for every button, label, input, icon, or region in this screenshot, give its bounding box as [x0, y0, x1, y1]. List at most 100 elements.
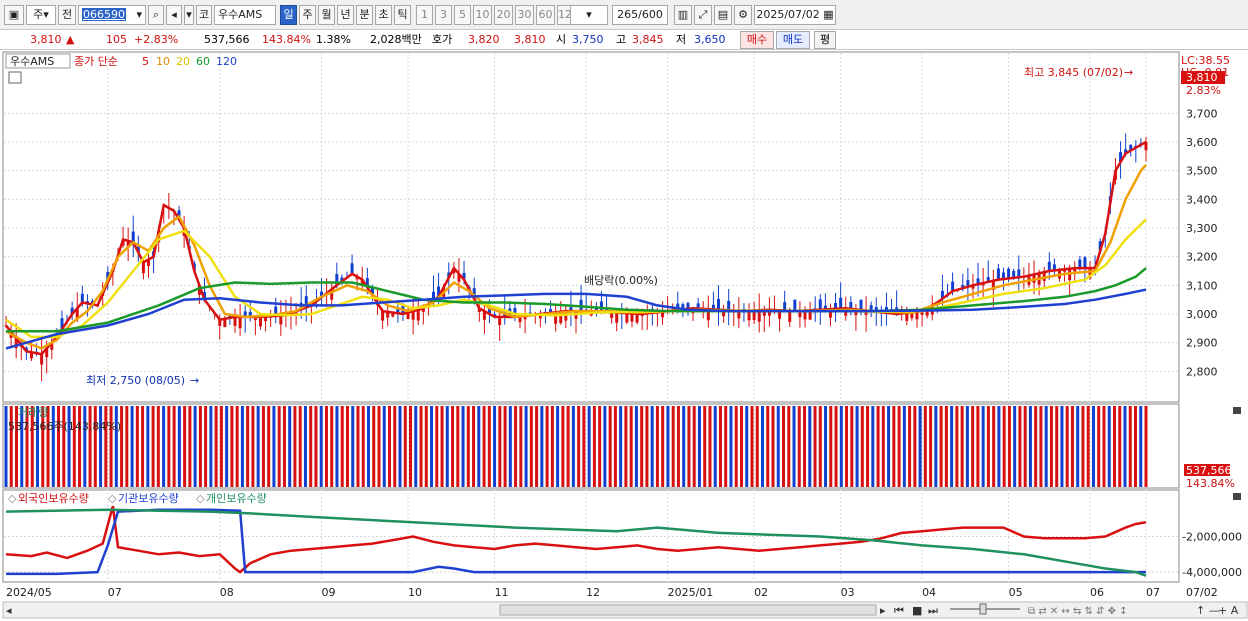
candle-icon[interactable]: ▥ — [674, 5, 692, 25]
period-button-1[interactable]: 주 — [299, 5, 316, 25]
volume-bar — [230, 406, 234, 487]
dropdown-icon[interactable]: ▾ — [184, 5, 194, 25]
volume-bar — [577, 406, 581, 487]
gear-icon[interactable]: ⚙ — [734, 5, 752, 25]
stock-chart[interactable]: 3,700 3,600 3,500 3,400 3,300 3,200 3,100 3,000… — [0, 50, 1248, 621]
volume-bar — [724, 406, 728, 487]
volume-bar — [871, 406, 875, 487]
prev-button[interactable]: 전 — [58, 5, 76, 25]
volume-bar — [240, 406, 244, 487]
last-page-icon[interactable]: ⏭ — [928, 604, 938, 617]
volume-bar — [1070, 406, 1074, 487]
first-page-icon[interactable]: ⏮ — [894, 604, 904, 617]
volume-bar — [892, 406, 896, 487]
volume-bar — [4, 406, 8, 487]
calculator-icon[interactable] — [8, 71, 22, 84]
volume-bar — [887, 406, 891, 487]
candle-body — [350, 263, 354, 274]
code-input[interactable]: 066590 ▾ — [78, 5, 146, 25]
date-value: 2025/07/02 — [756, 8, 820, 21]
volume-bar — [687, 406, 691, 487]
holdings-panel-close-icon[interactable] — [1233, 493, 1241, 500]
candle-body — [279, 315, 283, 325]
interval-input[interactable]: ▾ — [570, 5, 608, 25]
period-button-6[interactable]: 틱 — [394, 5, 411, 25]
kind-select[interactable]: 주▾ — [26, 5, 56, 25]
volume-bar — [908, 406, 912, 487]
layout-icon[interactable]: ▣ — [4, 5, 24, 25]
volume-bar — [330, 406, 334, 487]
interval-button-5[interactable]: 5 — [454, 5, 471, 25]
x-tick-label: 07 — [108, 586, 122, 599]
sell-button[interactable]: 매도 — [776, 31, 810, 49]
ask-label: 호가 — [432, 33, 453, 46]
volume-bar — [188, 406, 192, 487]
period-button-5[interactable]: 초 — [375, 5, 392, 25]
legend-ma-120: 120 — [216, 55, 237, 68]
zoom-handle[interactable] — [979, 603, 987, 615]
volume-bar — [356, 406, 360, 487]
interval-button-10[interactable]: 10 — [473, 5, 492, 25]
volume-bar — [634, 406, 638, 487]
volume-bar — [1007, 406, 1011, 487]
zoom-in-icon[interactable]: + A — [1218, 604, 1239, 617]
dividend-annotation: 배당락(0.00%) — [584, 274, 658, 287]
zoom-out-icon[interactable]: ↑ — — [1196, 604, 1220, 617]
count-value: 265 — [617, 8, 639, 21]
volume-bar — [529, 406, 533, 487]
interval-button-1[interactable]: 1 — [416, 5, 433, 25]
interval-button-30[interactable]: 30 — [515, 5, 534, 25]
save-icon[interactable]: ▤ — [714, 5, 732, 25]
volume-bar — [393, 406, 397, 487]
volume-bar — [314, 406, 318, 487]
count-field[interactable]: 265/600 — [612, 5, 668, 25]
low-label: 저 — [676, 33, 687, 46]
scroll-left-icon[interactable]: ◂ — [6, 604, 12, 617]
stock-name-field[interactable]: 우수AMS — [214, 5, 276, 25]
price-panel-frame — [2, 51, 1180, 403]
volume-bar — [146, 406, 150, 487]
interval-button-60[interactable]: 60 — [536, 5, 555, 25]
volume-bar — [1097, 406, 1101, 487]
scroll-thumb[interactable] — [499, 604, 877, 616]
buy-button[interactable]: 매수 — [740, 31, 774, 49]
candle-body — [141, 262, 145, 274]
volume-bar — [897, 406, 901, 487]
tool-icons[interactable]: ⧉ ⇄ ✕ ↔ ⇆ ⇅ ⇵ ✥ ↕ — [1028, 606, 1128, 617]
volume-bar — [440, 406, 444, 487]
volume-bar — [682, 406, 686, 487]
line-tool-icon[interactable]: ⤢ — [694, 5, 712, 25]
volume-bar — [729, 406, 733, 487]
interval-button-3[interactable]: 3 — [435, 5, 452, 25]
volume-bar — [78, 406, 82, 487]
search-icon[interactable]: ⌕ — [148, 5, 164, 25]
volume-bar — [298, 406, 302, 487]
eval-button[interactable]: 평 — [814, 31, 836, 49]
stop-icon[interactable]: ■ — [912, 604, 922, 617]
ask-value: 3,820 — [468, 33, 500, 46]
volume-bar — [582, 406, 586, 487]
volume-bar — [913, 406, 917, 487]
volume-bar — [487, 406, 491, 487]
volume-bar — [540, 406, 544, 487]
max-arrow-icon: → — [1124, 66, 1133, 79]
volume-bar — [419, 406, 423, 487]
interval-button-20[interactable]: 20 — [494, 5, 513, 25]
speaker-icon[interactable]: ◂ — [166, 5, 182, 25]
price-tick-label: 3,100 — [1186, 279, 1218, 292]
volume-bar — [67, 406, 71, 487]
date-field[interactable]: 2025/07/02 ▦ — [754, 5, 836, 25]
scroll-right-icon[interactable]: ▸ — [880, 604, 886, 617]
volume-panel-close-icon[interactable] — [1233, 407, 1241, 414]
volume-bar — [514, 406, 518, 487]
period-button-2[interactable]: 월 — [318, 5, 335, 25]
volume-bar — [960, 406, 964, 487]
candle-body — [381, 311, 385, 321]
period-button-0[interactable]: 일 — [280, 5, 297, 25]
volume-bar — [923, 406, 927, 487]
period-button-4[interactable]: 분 — [356, 5, 373, 25]
volume-bar — [792, 406, 796, 487]
volume-bar — [351, 406, 355, 487]
period-button-3[interactable]: 년 — [337, 5, 354, 25]
volume-bar — [1002, 406, 1006, 487]
